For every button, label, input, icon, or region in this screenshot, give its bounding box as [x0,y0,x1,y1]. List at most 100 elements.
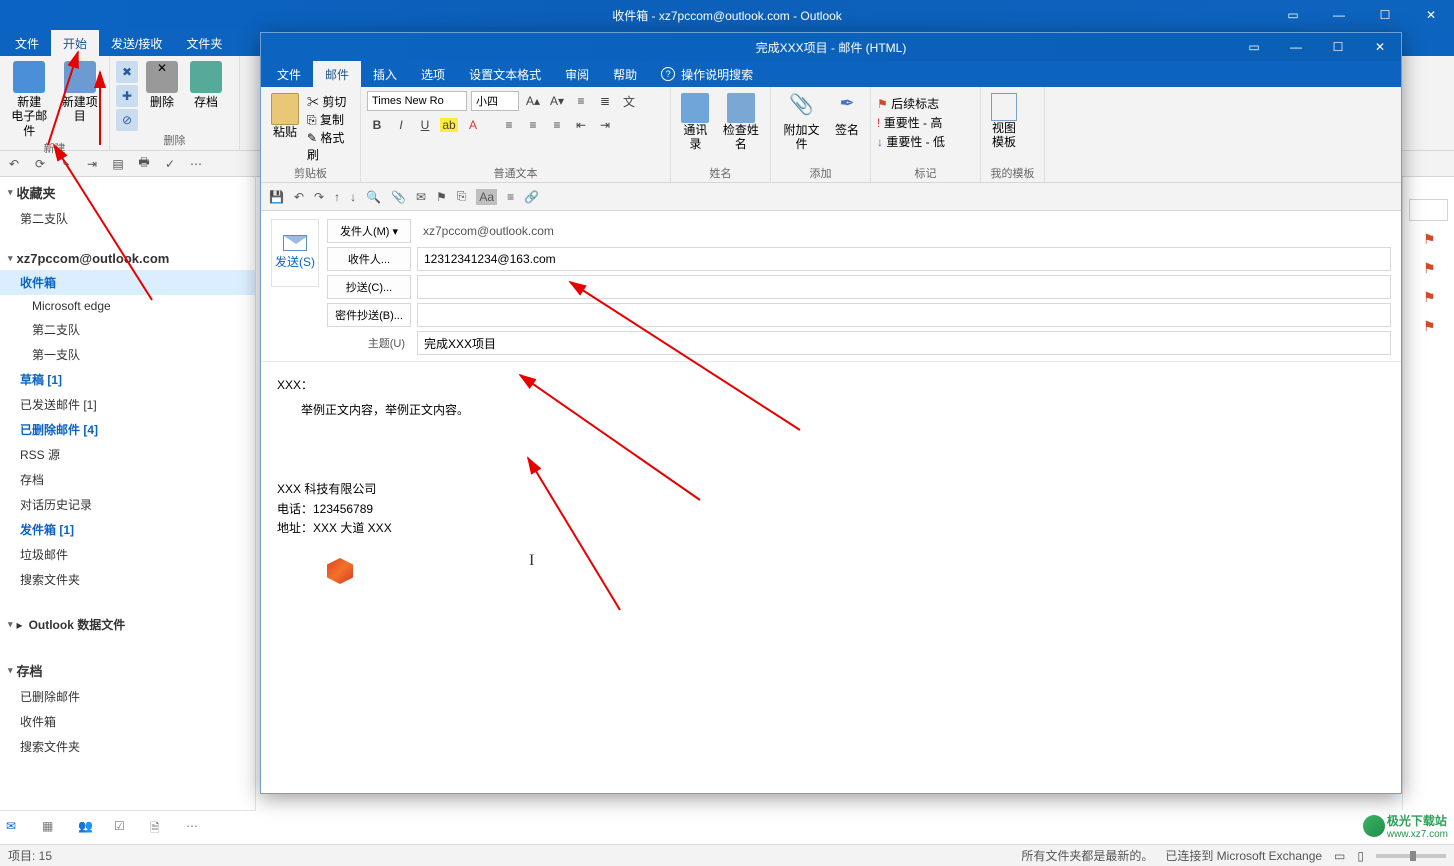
folder-drafts[interactable]: 草稿 [1] [0,367,255,392]
qi-1[interactable]: ↶ [6,156,22,172]
nav-more-icon[interactable]: ⋯ [186,819,204,837]
zoom-slider[interactable] [1376,854,1446,858]
bullets-icon[interactable]: ≡ [571,91,591,111]
main-ribbon-options-icon[interactable]: ▭ [1270,0,1316,30]
qi-5[interactable]: ▤ [110,156,126,172]
ctab-insert[interactable]: 插入 [361,61,409,87]
followup-button[interactable]: ⚑ 后续标志 [877,95,974,112]
new-email-button[interactable]: 新建 电子邮件 [6,59,53,140]
save-icon[interactable]: 💾 [269,190,284,204]
mail-icon[interactable]: ✉ [416,190,426,204]
ctab-help[interactable]: 帮助 [601,61,649,87]
ignore-icon[interactable]: ✖ [116,61,138,83]
cut-button[interactable]: ✂ 剪切 [307,93,354,110]
new-item-button[interactable]: 新建项目 [57,59,104,126]
attach-button[interactable]: 📎 附加文件 [777,91,826,164]
font-family-select[interactable] [367,91,467,111]
font-size-select[interactable] [471,91,519,111]
ctab-format[interactable]: 设置文本格式 [457,61,553,87]
flag-icon[interactable]: ⚑ [1403,225,1454,254]
qi-7[interactable]: ✓ [162,156,178,172]
arch-inbox[interactable]: 收件箱 [0,709,255,734]
favorites-header[interactable]: 收藏夹 [0,177,255,206]
nav-mail-icon[interactable]: ✉ [6,819,24,837]
cleanup-icon[interactable]: ✚ [116,85,138,107]
list-qat-icon[interactable]: ≡ [507,190,514,204]
next-icon[interactable]: ↓ [350,190,356,204]
to-button[interactable]: 收件人... [327,247,411,271]
tab-sendrecv[interactable]: 发送/接收 [99,30,174,56]
redo-icon[interactable]: ↷ [314,190,324,204]
low-importance-button[interactable]: ↓ 重要性 - 低 [877,133,974,150]
compose-ribbon-options-icon[interactable]: ▭ [1233,33,1275,61]
font-color-button[interactable]: A [463,115,483,135]
arch-deleted[interactable]: 已删除邮件 [0,684,255,709]
main-close-icon[interactable]: ✕ [1408,0,1454,30]
folder-inbox[interactable]: 收件箱 [0,270,255,295]
folder-archive[interactable]: 存档 [0,467,255,492]
nav-people-icon[interactable]: 👥 [78,819,96,837]
zoom-icon[interactable]: 🔍 [366,190,381,204]
underline-button[interactable]: U [415,115,435,135]
compose-maximize-icon[interactable]: ☐ [1317,33,1359,61]
link-qat-icon[interactable]: 🔗 [524,190,539,204]
folder-team1[interactable]: 第一支队 [0,342,255,367]
ruby-icon[interactable]: 文 [619,91,639,111]
subject-input[interactable] [417,331,1391,355]
archive-button[interactable]: 存档 [186,59,226,111]
bcc-input[interactable] [417,303,1391,327]
flag-icon[interactable]: ⚑ [1403,312,1454,341]
from-button[interactable]: 发件人(M) ▾ [327,219,411,243]
attach-qat-icon[interactable]: 📎 [391,190,406,204]
folder-deleted[interactable]: 已删除邮件 [4] [0,417,255,442]
indent-inc-icon[interactable]: ⇥ [595,115,615,135]
ctab-review[interactable]: 审阅 [553,61,601,87]
undo-icon[interactable]: ↶ [294,190,304,204]
qi-4[interactable]: ⇥ [84,156,100,172]
folder-search[interactable]: 搜索文件夹 [0,567,255,592]
folder-outbox[interactable]: 发件箱 [1] [0,517,255,542]
view-normal-icon[interactable]: ▭ [1334,849,1345,863]
view-reading-icon[interactable]: ▯ [1357,849,1364,863]
flag-qat-icon[interactable]: ⚑ [436,190,447,204]
delete-button[interactable]: ✕ 删除 [142,59,182,111]
tab-file[interactable]: 文件 [3,30,51,56]
view-templates-button[interactable]: 视图 模板 [987,91,1021,164]
align-center-icon[interactable]: ≡ [523,115,543,135]
main-maximize-icon[interactable]: ☐ [1362,0,1408,30]
copy-qat-icon[interactable]: ⎘ [457,189,467,204]
nav-tasks-icon[interactable]: ☑ [114,819,132,837]
qi-2[interactable]: ⟳ [32,156,48,172]
folder-rss[interactable]: RSS 源 [0,442,255,467]
compose-minimize-icon[interactable]: — [1275,33,1317,61]
qi-3[interactable]: ⤷ [58,156,74,172]
main-minimize-icon[interactable]: — [1316,0,1362,30]
archive-header[interactable]: 存档 [0,655,255,684]
folder-team2[interactable]: 第二支队 [0,317,255,342]
tellme-search[interactable]: ? 操作说明搜索 [649,61,753,87]
shrink-font-icon[interactable]: A▾ [547,91,567,111]
compose-body[interactable]: XXX： 举例正文内容，举例正文内容。 XXX 科技有限公司 电话：123456… [261,362,1401,793]
right-searchbox[interactable] [1409,199,1448,221]
ctab-options[interactable]: 选项 [409,61,457,87]
datafile-header[interactable]: ▸Outlook 数据文件 [0,610,255,637]
qi-6[interactable]: 🖶 [136,156,152,172]
folder-sent[interactable]: 已发送邮件 [1] [0,392,255,417]
grow-font-icon[interactable]: A▴ [523,91,543,111]
folder-msedge[interactable]: Microsoft edge [0,295,255,317]
align-right-icon[interactable]: ≡ [547,115,567,135]
cc-input[interactable] [417,275,1391,299]
flag-icon[interactable]: ⚑ [1403,283,1454,312]
qi-8[interactable]: ⋯ [188,156,204,172]
check-names-button[interactable]: 检查姓名 [718,91,764,164]
account-header[interactable]: xz7pccom@outlook.com [0,245,255,270]
nav-calendar-icon[interactable]: ▦ [42,819,60,837]
folder-convhist[interactable]: 对话历史记录 [0,492,255,517]
ctab-message[interactable]: 邮件 [313,61,361,87]
address-book-button[interactable]: 通讯录 [677,91,714,164]
align-left-icon[interactable]: ≡ [499,115,519,135]
prev-icon[interactable]: ↑ [334,190,340,204]
send-button[interactable]: 发送(S) [271,219,319,287]
cc-button[interactable]: 抄送(C)... [327,275,411,299]
arch-search[interactable]: 搜索文件夹 [0,734,255,759]
